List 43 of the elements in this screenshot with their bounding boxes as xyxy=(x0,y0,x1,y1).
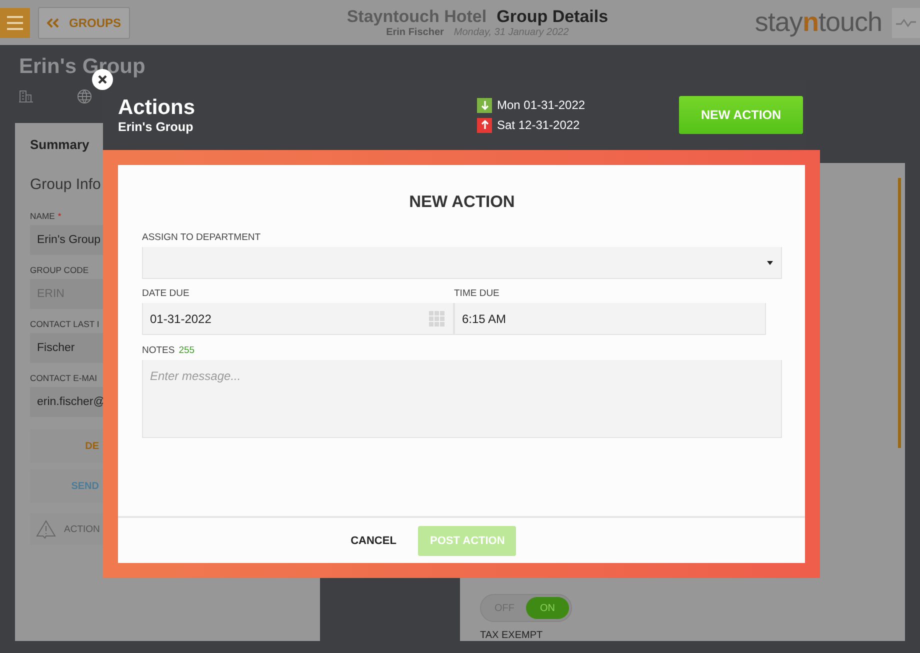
field-label: ASSIGN TO DEPARTMENT xyxy=(142,232,261,243)
field-label: GROUP CODE xyxy=(30,265,89,275)
hotel-name: Stayntouch Hotel xyxy=(346,7,487,27)
logo: stayntouch xyxy=(754,7,882,38)
page-title: Group Details xyxy=(496,7,608,27)
cancel-button[interactable]: CANCEL xyxy=(346,528,400,552)
scrollbar[interactable] xyxy=(898,178,901,448)
summary-tab[interactable]: Summary xyxy=(15,123,104,162)
activity-button[interactable] xyxy=(892,8,920,38)
field-label: NAME xyxy=(30,211,55,221)
required-mark: * xyxy=(58,211,62,221)
field-label: NOTES xyxy=(142,345,175,356)
modal-title: Actions xyxy=(118,96,196,120)
input-field[interactable]: Erin's Group xyxy=(30,225,103,255)
field-label: CONTACT E-MAI xyxy=(30,373,97,383)
warning-icon xyxy=(36,519,56,539)
user-name: Erin Fischer xyxy=(386,27,444,38)
field-label: TIME DUE xyxy=(454,288,500,299)
stay-date: Mon 01-31-2022 xyxy=(497,98,586,112)
character-count: 255 xyxy=(178,345,195,356)
modal-subtitle: Erin's Group xyxy=(118,120,194,134)
stay-date: Sat 12-31-2022 xyxy=(497,118,580,132)
building-icon xyxy=(19,89,33,103)
menu-button[interactable] xyxy=(0,8,30,38)
input-field[interactable]: Fischer xyxy=(30,333,103,363)
date-field[interactable]: 01-31-2022 xyxy=(142,303,454,335)
field-label: CONTACT LAST I xyxy=(30,319,100,329)
calendar-icon xyxy=(429,310,445,326)
input-field[interactable]: erin.fischer@ xyxy=(30,387,103,417)
caret-icon xyxy=(767,260,773,264)
new-action-button[interactable]: NEW ACTION xyxy=(679,96,803,134)
groups-back-button[interactable]: GROUPS xyxy=(38,6,130,38)
double-chevron-icon xyxy=(47,18,59,28)
field-label: DATE DUE xyxy=(142,288,190,299)
notes-field[interactable]: Enter message... xyxy=(142,360,782,438)
pulse-icon xyxy=(896,18,916,28)
department-select[interactable] xyxy=(142,247,782,279)
form-title: NEW ACTION xyxy=(408,193,516,212)
time-field[interactable]: 6:15 AM xyxy=(454,303,766,335)
globe-icon xyxy=(77,89,92,104)
tax-exempt-label: TAX EXEMPT xyxy=(480,630,544,641)
group-title: Erin's Group xyxy=(19,55,146,79)
section-title: Group Info xyxy=(30,176,102,193)
